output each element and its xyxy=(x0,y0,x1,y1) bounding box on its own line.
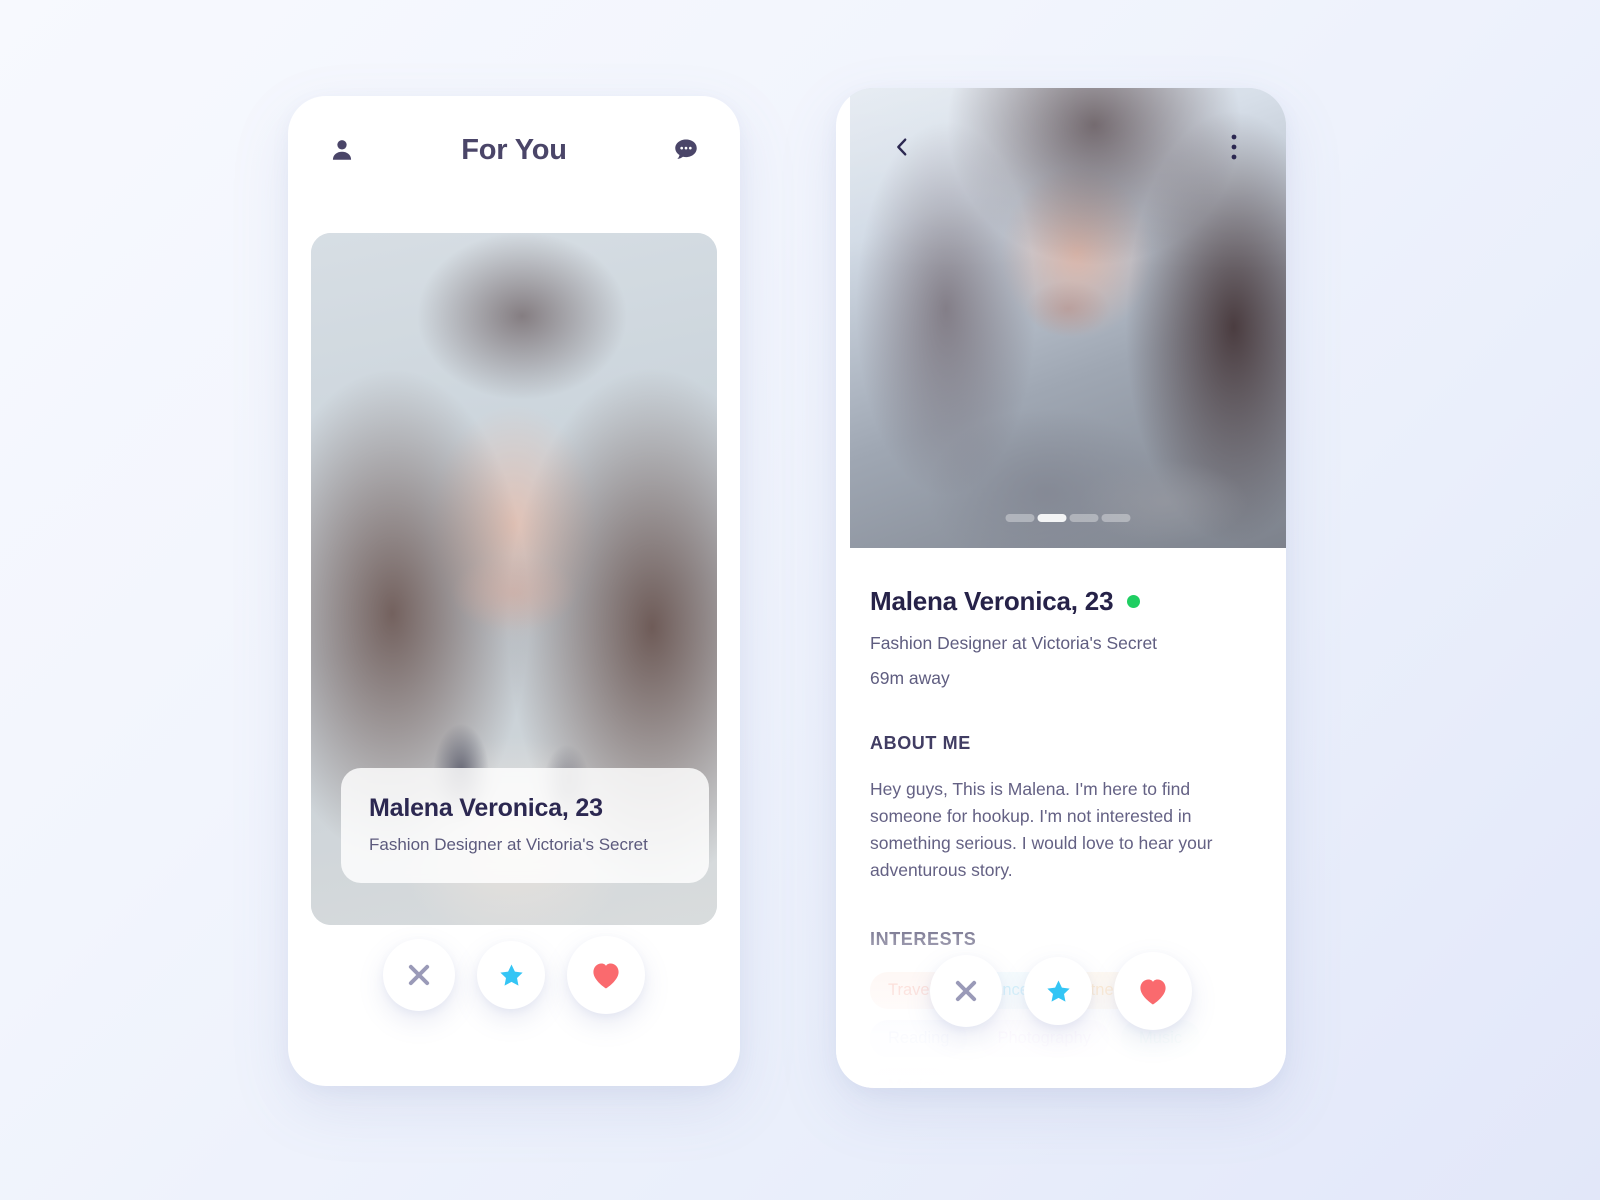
page-title: For You xyxy=(461,133,567,166)
profile-subtitle: Fashion Designer at Victoria's Secret xyxy=(369,835,648,854)
interest-chip[interactable]: Movie xyxy=(870,1067,951,1088)
like-button[interactable] xyxy=(567,936,645,1014)
feed-screen-phone: For You Malena Veronica, 23 Fashion Desi… xyxy=(288,96,740,1086)
superlike-button[interactable] xyxy=(1024,957,1092,1025)
profile-action-bar xyxy=(930,952,1192,1030)
chat-bubble-icon[interactable] xyxy=(666,130,706,170)
gallery-segment[interactable] xyxy=(1069,514,1099,522)
profile-name-row: Malena Veronica, 23 xyxy=(870,586,1252,617)
about-me-text: Hey guys, This is Malena. I'm here to fi… xyxy=(870,779,1213,881)
profile-name: Malena Veronica, 23 xyxy=(870,586,1114,616)
profile-screen-phone: Malena Veronica, 23 Fashion Designer at … xyxy=(836,88,1286,1088)
more-vertical-icon[interactable] xyxy=(1214,127,1254,167)
nope-button[interactable] xyxy=(383,939,455,1011)
like-button[interactable] xyxy=(1114,952,1192,1030)
feed-photo-card[interactable]: Malena Veronica, 23 Fashion Designer at … xyxy=(311,233,717,925)
gallery-segment-active[interactable] xyxy=(1037,514,1067,522)
profile-subtitle: Fashion Designer at Victoria's Secret xyxy=(870,633,1158,653)
feed-name-card: Malena Veronica, 23 Fashion Designer at … xyxy=(341,768,709,883)
person-icon[interactable] xyxy=(322,130,362,170)
profile-topbar xyxy=(850,88,1286,206)
profile-distance: 69m away xyxy=(870,668,950,688)
feed-header: For You xyxy=(288,96,740,204)
gallery-segment[interactable] xyxy=(1101,514,1131,522)
profile-hero-photo[interactable] xyxy=(850,88,1286,548)
nope-button[interactable] xyxy=(930,955,1002,1027)
feed-action-bar xyxy=(383,936,645,1014)
about-me-heading: ABOUT ME xyxy=(870,733,971,753)
superlike-button[interactable] xyxy=(477,941,545,1009)
online-status-dot xyxy=(1127,595,1141,608)
gallery-progress-bar[interactable] xyxy=(1005,514,1131,522)
gallery-segment[interactable] xyxy=(1005,514,1035,522)
profile-name: Malena Veronica, 23 xyxy=(369,794,603,822)
chevron-left-icon[interactable] xyxy=(882,127,922,167)
interests-heading: INTERESTS xyxy=(870,928,977,949)
